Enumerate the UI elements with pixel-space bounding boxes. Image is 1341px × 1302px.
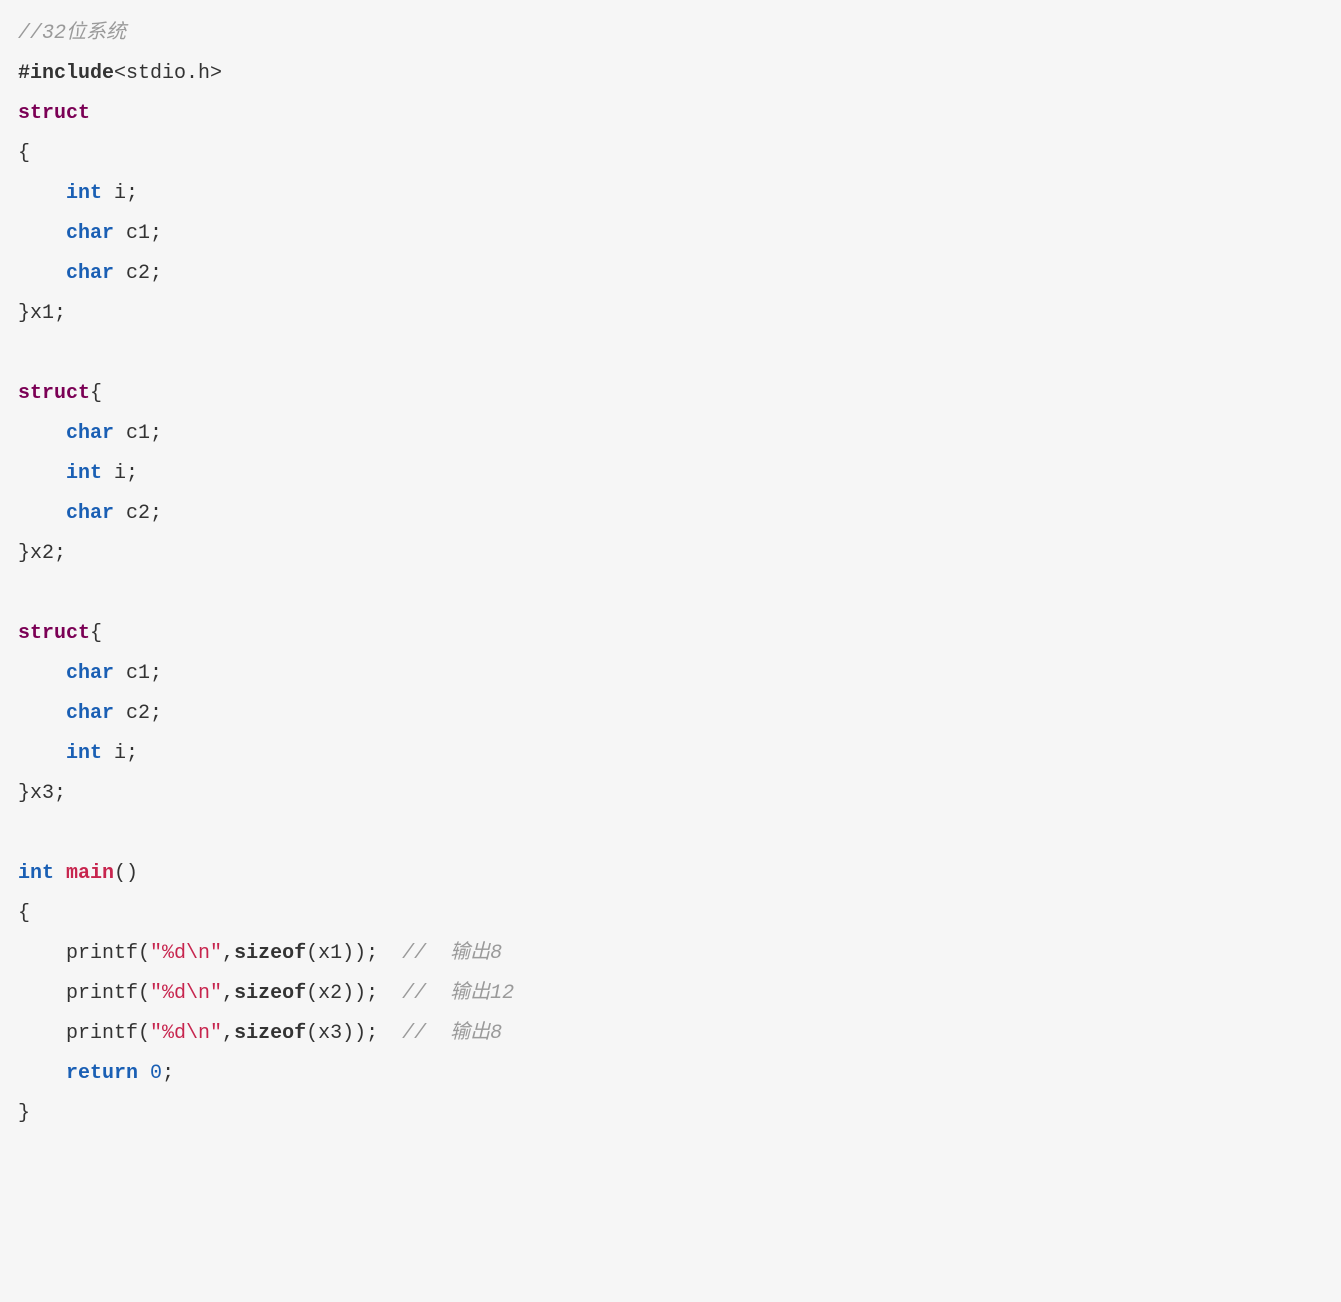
code-indent [18,742,66,765]
comma: , [222,982,234,1005]
brace-open: { [18,902,30,925]
semicolon: ; [162,1062,174,1085]
type-char: char [66,262,114,285]
function-main: main [66,862,114,885]
identifier: c1; [114,662,162,685]
type-char: char [66,422,114,445]
code-indent [18,702,66,725]
identifier: i; [102,742,138,765]
identifier: c2; [114,262,162,285]
type-int: int [66,462,102,485]
spacer [378,942,402,965]
brace-open: { [18,142,30,165]
call-printf: printf( [66,1022,150,1045]
comma: , [222,942,234,965]
code-indent [18,262,66,285]
code-indent [18,662,66,685]
keyword-sizeof: sizeof [234,982,306,1005]
identifier: i; [102,182,138,205]
code-indent [18,422,66,445]
type-char: char [66,222,114,245]
code-indent [18,982,66,1005]
keyword-struct: struct [18,102,90,125]
spacer [378,982,402,1005]
keyword-struct: struct [18,382,90,405]
include-header: <stdio.h> [114,62,222,85]
string-literal: "%d\n" [150,982,222,1005]
call-printf: printf( [66,942,150,965]
type-int: int [66,742,102,765]
code-indent [18,942,66,965]
identifier: c2; [114,502,162,525]
type-int: int [66,182,102,205]
brace-close: }x1; [18,302,66,325]
type-char: char [66,662,114,685]
type-char: char [66,502,114,525]
code-comment: // 输出8 [402,1022,502,1045]
number-literal: 0 [150,1062,162,1085]
identifier: i; [102,462,138,485]
call-args: (x1)); [306,942,378,965]
call-args: (x3)); [306,1022,378,1045]
call-args: (x2)); [306,982,378,1005]
identifier: c1; [114,422,162,445]
code-indent [18,222,66,245]
keyword-struct: struct [18,622,90,645]
code-indent [18,1062,66,1085]
code-indent [18,182,66,205]
code-indent [18,502,66,525]
string-literal: "%d\n" [150,1022,222,1045]
brace-close: }x2; [18,542,66,565]
code-indent [18,462,66,485]
code-indent [18,1022,66,1045]
code-comment: // 输出12 [402,982,514,1005]
string-literal: "%d\n" [150,942,222,965]
spacer [138,1062,150,1085]
spacer [378,1022,402,1045]
comma: , [222,1022,234,1045]
code-comment: //32位系统 [18,22,126,45]
code-block: //32位系统 #include<stdio.h> struct { int i… [0,0,1341,1152]
type-int: int [18,862,54,885]
code-comment: // 输出8 [402,942,502,965]
keyword-sizeof: sizeof [234,1022,306,1045]
brace-open: { [90,382,102,405]
preprocessor-include: #include [18,62,114,85]
call-printf: printf( [66,982,150,1005]
brace-open: { [90,622,102,645]
type-char: char [66,702,114,725]
parens: () [114,862,138,885]
brace-close: } [18,1102,30,1125]
identifier: c2; [114,702,162,725]
keyword-return: return [66,1062,138,1085]
keyword-sizeof: sizeof [234,942,306,965]
brace-close: }x3; [18,782,66,805]
identifier: c1; [114,222,162,245]
